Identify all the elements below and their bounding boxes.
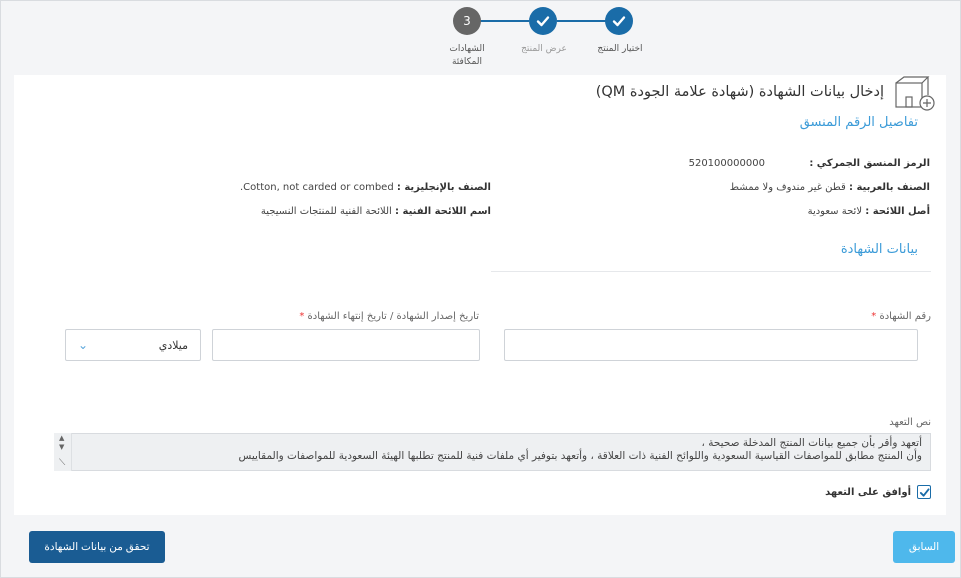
reg-name-value: اللائحة الفنية للمنتجات النسيجية (260, 206, 392, 217)
step-2-label: عرض المنتج (521, 44, 567, 54)
class-en-row: الصنف بالإنجليزية : Cotton, not carded o… (240, 182, 491, 193)
reg-name-row: اسم اللائحة الفنية : اللائحة الفنية للمن… (261, 206, 491, 217)
certificate-form-card: إدخال بيانات الشهادة (شهادة علامة الجودة… (14, 75, 946, 515)
page-title: إدخال بيانات الشهادة (شهادة علامة الجودة… (595, 84, 884, 100)
pledge-scrollbar[interactable]: ▲ ▼ ⟍ (54, 433, 72, 471)
agree-checkbox[interactable] (917, 485, 931, 499)
pledge-label: نص التعهد (889, 417, 931, 428)
step-3-label-line1: الشهادات (449, 44, 485, 54)
class-ar-row: الصنف بالعربية : قطن غير مندوف ولا ممشط (730, 182, 930, 193)
calendar-type-value: ميلادي (158, 338, 188, 352)
scroll-up-icon[interactable]: ▲ (59, 435, 64, 442)
hs-section-title: تفاصيل الرقم المنسق (799, 115, 918, 130)
class-en-label: الصنف بالإنجليزية : (396, 182, 491, 193)
resize-grip-icon[interactable]: ⟍ (59, 459, 65, 468)
pledge-line-1: أتعهد وأقر بأن جميع بيانات المنتج المدخل… (701, 437, 922, 449)
agree-checkbox-row[interactable]: أوافق على التعهد (825, 485, 931, 499)
cert-dates-label-row: تاريخ إصدار الشهادة / تاريخ إنتهاء الشها… (299, 311, 479, 322)
agree-label: أوافق على التعهد (825, 486, 911, 498)
step-1-done-icon[interactable] (605, 7, 633, 35)
reg-origin-value: لائحة سعودية (807, 206, 863, 217)
cert-number-label: رقم الشهادة (879, 311, 931, 322)
scroll-down-icon[interactable]: ▼ (59, 444, 64, 451)
hs-code-row: الرمز المنسق الجمركي : 520100000000 (689, 158, 930, 169)
previous-button[interactable]: السابق (893, 531, 955, 563)
cert-dates-input[interactable] (212, 329, 480, 361)
step-3-label: الشهادات المكافئة (437, 43, 497, 69)
class-ar-label: الصنف بالعربية : (848, 182, 930, 193)
pledge-line-2: وأن المنتج مطابق للمواصفات القياسية السع… (238, 450, 922, 462)
add-document-icon (895, 76, 935, 111)
step-3-current[interactable]: 3 (453, 7, 481, 35)
cert-number-label-row: رقم الشهادة * (871, 311, 931, 322)
step-1-label: اختيار المنتج (597, 44, 643, 54)
page-frame: 3 اختيار المنتج عرض المنتج الشهادات المك… (0, 0, 961, 578)
chevron-down-icon: ⌄ (78, 338, 89, 352)
stepper-connector (557, 20, 607, 22)
checkmark-icon (919, 487, 930, 497)
hs-code-label: الرمز المنسق الجمركي : (809, 158, 930, 169)
cert-dates-label: تاريخ إصدار الشهادة / تاريخ إنتهاء الشها… (307, 311, 480, 322)
reg-origin-label: أصل اللائحة : (865, 206, 930, 217)
step-3-label-line2: المكافئة (451, 57, 482, 67)
calendar-type-select[interactable]: ⌄ ميلادي (65, 329, 201, 361)
class-en-value: Cotton, not carded or combed. (239, 182, 394, 193)
required-mark: * (871, 311, 877, 322)
reg-origin-row: أصل اللائحة : لائحة سعودية (808, 206, 930, 217)
step-2-done-icon[interactable] (529, 7, 557, 35)
cert-number-input[interactable] (504, 329, 918, 361)
reg-name-label: اسم اللائحة الفنية : (395, 206, 491, 217)
section-divider (491, 271, 931, 272)
verify-certificate-button[interactable]: تحقق من بيانات الشهادة (29, 531, 165, 563)
step-3-number: 3 (463, 14, 471, 28)
hs-code-value: 520100000000 (688, 158, 765, 169)
pledge-textarea[interactable]: أتعهد وأقر بأن جميع بيانات المنتج المدخل… (54, 433, 931, 471)
cert-section-title: بيانات الشهادة (840, 242, 918, 257)
class-ar-value: قطن غير مندوف ولا ممشط (729, 182, 846, 193)
required-mark: * (299, 311, 305, 322)
